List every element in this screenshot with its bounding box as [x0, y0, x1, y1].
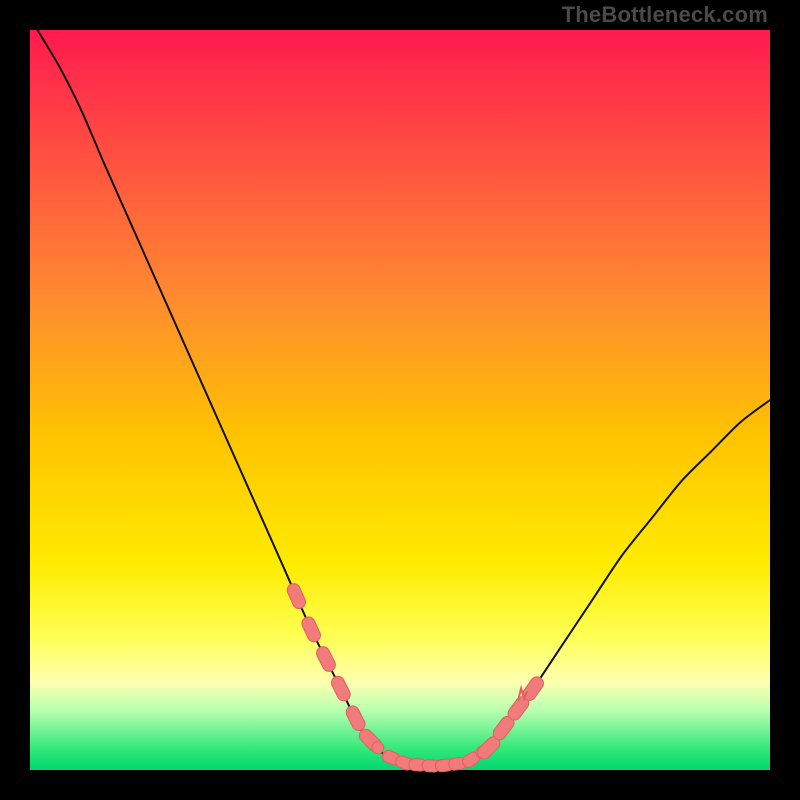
curve-marker	[300, 615, 323, 644]
bottleneck-curve-path	[37, 30, 770, 766]
curve-svg	[30, 30, 770, 770]
curve-marker	[344, 704, 367, 733]
chart-frame: TheBottleneck.com	[0, 0, 800, 800]
curve-marker	[285, 582, 307, 611]
watermark-text: TheBottleneck.com	[562, 2, 768, 28]
curve-marker-dot	[372, 742, 384, 754]
curve-marker	[329, 674, 352, 703]
plot-area	[30, 30, 770, 770]
marker-group	[285, 582, 546, 773]
curve-marker	[314, 644, 337, 673]
